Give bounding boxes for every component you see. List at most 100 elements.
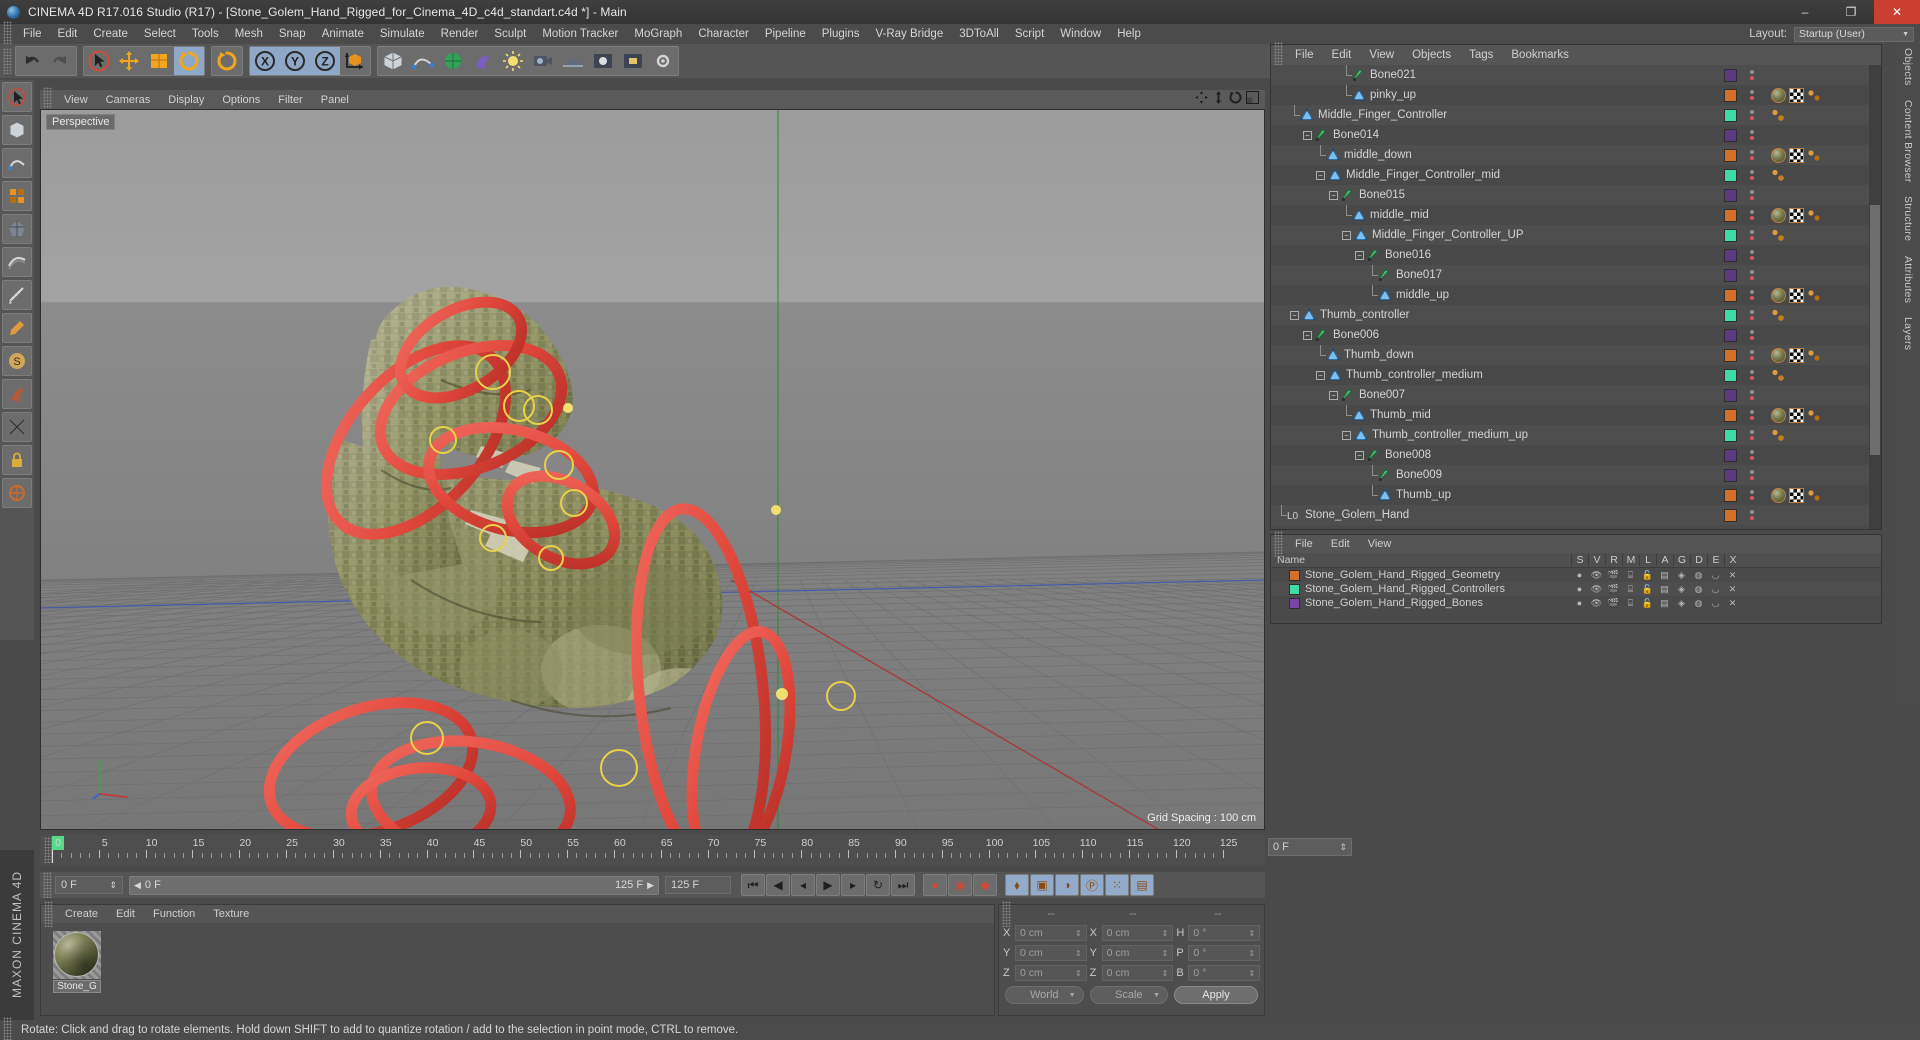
object-row[interactable]: middle_mid	[1271, 205, 1869, 225]
layer-menu-grip[interactable]	[1274, 531, 1283, 557]
uv-tag-icon[interactable]	[1789, 487, 1804, 503]
floor-icon[interactable]	[558, 47, 588, 75]
visibility-dots[interactable]	[1747, 370, 1757, 380]
object-row[interactable]: − Bone014	[1271, 125, 1869, 145]
layer-column-x[interactable]: X	[1724, 554, 1741, 566]
constraint-tag-icon[interactable]	[1771, 108, 1786, 123]
layer-toggle-l[interactable]: 🔓	[1639, 598, 1656, 609]
visibility-dots[interactable]	[1747, 490, 1757, 500]
object-row[interactable]: − Middle_Finger_Controller_mid	[1271, 165, 1869, 185]
timeline-playhead[interactable]	[52, 850, 53, 863]
uv-tag-icon[interactable]	[1789, 287, 1804, 303]
expand-collapse-icon[interactable]: −	[1355, 450, 1364, 460]
deformer-icon[interactable]	[468, 47, 498, 75]
object-manager-scroll-thumb[interactable]	[1870, 205, 1880, 455]
expand-collapse-icon[interactable]: −	[1342, 230, 1351, 240]
layer-toggle-g[interactable]: ◈	[1673, 584, 1690, 595]
statusbar-grip[interactable]	[3, 1017, 12, 1040]
axis-z-icon[interactable]: Z	[310, 47, 340, 75]
expand-collapse-icon[interactable]: −	[1329, 390, 1338, 400]
layer-toggle-l[interactable]: 🔓	[1639, 584, 1656, 595]
size-y-field[interactable]: 0 cm ⇕	[1101, 945, 1174, 961]
coord-mode-select[interactable]: Scale ▼	[1089, 986, 1168, 1004]
menu-item-mograph[interactable]: MoGraph	[626, 24, 690, 44]
spinner-icon[interactable]: ⇕	[1248, 949, 1255, 958]
material-menu-item-create[interactable]: Create	[56, 908, 107, 920]
texture-tag-icon[interactable]	[1771, 147, 1786, 163]
layer-row[interactable]: Stone_Golem_Hand_Rigged_Controllers ● 👁 🎬 ⌸ 🔓…	[1271, 582, 1881, 596]
layer-toggle-g[interactable]: ◈	[1673, 570, 1690, 581]
menu-item-mesh[interactable]: Mesh	[227, 24, 271, 44]
object-tags[interactable]	[1765, 368, 1869, 383]
layer-toggle-a[interactable]: ▤	[1656, 598, 1673, 609]
layer-color-swatch[interactable]	[1724, 148, 1737, 162]
layer-toggle-d[interactable]: ◍	[1690, 570, 1707, 581]
layer-color-swatch[interactable]	[1724, 208, 1737, 222]
menu-item-sculpt[interactable]: Sculpt	[486, 24, 534, 44]
primitive-cube-icon[interactable]	[378, 47, 408, 75]
array-tool-icon[interactable]	[2, 181, 32, 211]
render-region-icon[interactable]	[618, 47, 648, 75]
right-tab-objects[interactable]: Objects	[1902, 48, 1914, 86]
size-x-field[interactable]: 0 cm ⇕	[1101, 925, 1174, 941]
layer-toggle-s[interactable]: ●	[1571, 598, 1588, 608]
coord-system-select[interactable]: World ▼	[1005, 986, 1084, 1004]
spinner-icon[interactable]: ⇕	[109, 880, 117, 891]
expand-collapse-icon[interactable]: −	[1316, 370, 1325, 380]
layer-color-swatch[interactable]	[1289, 597, 1300, 609]
transport-grip[interactable]	[43, 872, 52, 898]
keyframe-selection-icon[interactable]: ◆	[973, 874, 997, 896]
object-tree[interactable]: Bone021 pinky_up Middle_Finger_Controller −…	[1271, 65, 1869, 529]
expand-collapse-icon[interactable]: −	[1303, 330, 1312, 340]
end-frame-field[interactable]: 125 F	[665, 876, 731, 894]
layer-toggle-r[interactable]: 🎬	[1605, 570, 1622, 581]
lock-icon[interactable]	[2, 445, 32, 475]
menu-item-motion-tracker[interactable]: Motion Tracker	[534, 24, 626, 44]
object-menu-item-tags[interactable]: Tags	[1460, 49, 1502, 61]
step-forward-icon[interactable]: ▸	[841, 874, 865, 896]
layer-toggle-g[interactable]: ◈	[1673, 598, 1690, 609]
viewport-menu-item-display[interactable]: Display	[159, 94, 213, 106]
layer-column-v[interactable]: V	[1588, 554, 1605, 566]
viewport-layout-icon[interactable]	[1246, 90, 1259, 109]
object-menu-item-file[interactable]: File	[1286, 49, 1323, 61]
object-row[interactable]: − Thumb_controller_medium_up	[1271, 425, 1869, 445]
selection-tag-icon[interactable]	[1807, 88, 1822, 103]
object-tags[interactable]	[1765, 428, 1869, 443]
object-row[interactable]: − Middle_Finger_Controller_UP	[1271, 225, 1869, 245]
layer-color-swatch[interactable]	[1724, 448, 1737, 462]
select-live-icon[interactable]	[84, 47, 114, 75]
constraint-tag-icon[interactable]	[1771, 428, 1786, 443]
layer-color-swatch[interactable]	[1724, 108, 1737, 122]
preview-range-bar[interactable]: ◀ 0 F 125 F ▶	[129, 875, 659, 895]
layer-color-swatch[interactable]	[1724, 328, 1737, 342]
menu-item-file[interactable]: File	[15, 24, 50, 44]
visibility-dots[interactable]	[1747, 210, 1757, 220]
layer-color-swatch[interactable]	[1724, 228, 1737, 242]
layer-color-swatch[interactable]	[1724, 88, 1737, 102]
material-menu-grip[interactable]	[44, 901, 53, 927]
layer-toggle-x[interactable]: ✕	[1724, 584, 1741, 595]
position-x-field[interactable]: 0 cm ⇕	[1015, 925, 1087, 941]
object-row[interactable]: − Bone007	[1271, 385, 1869, 405]
generator-icon[interactable]	[438, 47, 468, 75]
constraint-tag-icon[interactable]	[1771, 368, 1786, 383]
layer-menu-item-edit[interactable]: Edit	[1322, 538, 1359, 550]
object-row[interactable]: − Thumb_controller_medium	[1271, 365, 1869, 385]
object-row[interactable]: Middle_Finger_Controller	[1271, 105, 1869, 125]
object-menu-item-edit[interactable]: Edit	[1323, 49, 1361, 61]
expand-collapse-icon[interactable]: −	[1290, 310, 1299, 320]
uv-icon[interactable]	[2, 478, 32, 508]
move-icon[interactable]	[114, 47, 144, 75]
object-row[interactable]: Thumb_mid	[1271, 405, 1869, 425]
point-level-anim-icon[interactable]: ⁙	[1105, 874, 1129, 896]
selection-tag-icon[interactable]	[1807, 288, 1822, 303]
visibility-dots[interactable]	[1747, 290, 1757, 300]
layer-rows[interactable]: Stone_Golem_Hand_Rigged_Geometry ● 👁 🎬 ⌸ 🔓 ▤ ◈ ◍…	[1271, 568, 1881, 610]
layer-toggle-v[interactable]: 👁	[1588, 570, 1605, 581]
layer-toggle-v[interactable]: 👁	[1588, 598, 1605, 609]
layer-color-swatch[interactable]	[1724, 128, 1737, 142]
viewport-3d[interactable]: Perspective Grid Spacing : 100 cm Y	[40, 109, 1265, 830]
layer-color-swatch[interactable]	[1724, 188, 1737, 202]
selection-tag-icon[interactable]	[1807, 348, 1822, 363]
